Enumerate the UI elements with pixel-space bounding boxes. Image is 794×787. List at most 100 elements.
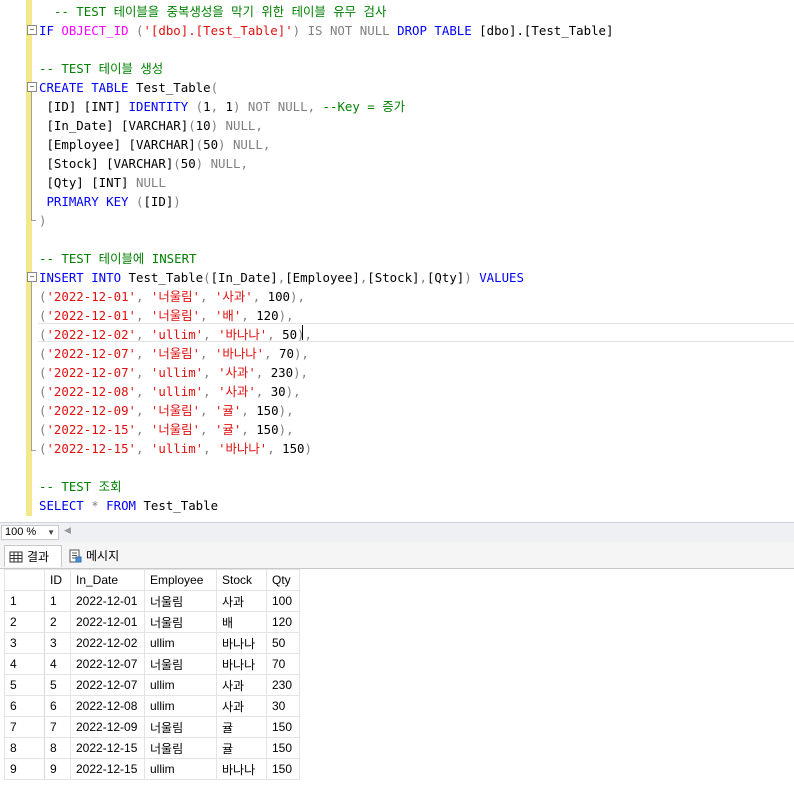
code-line[interactable]: [Employee] [VARCHAR](50) NULL, <box>39 135 613 154</box>
column-header-qty[interactable]: Qty <box>266 569 300 591</box>
column-header-in-date[interactable]: In_Date <box>70 569 145 591</box>
code-line[interactable]: ('2022-12-09', '너울림', '귤', 150), <box>39 401 613 420</box>
stock-cell[interactable]: 배 <box>216 611 267 633</box>
row-number-cell[interactable]: 4 <box>4 653 45 675</box>
code-line[interactable]: [Qty] [INT] NULL <box>39 173 613 192</box>
qty-cell[interactable]: 150 <box>266 758 300 780</box>
code-line[interactable] <box>39 458 613 477</box>
employee-cell[interactable]: 너울림 <box>144 653 217 675</box>
code-line[interactable]: [Stock] [VARCHAR](50) NULL, <box>39 154 613 173</box>
code-line[interactable]: ('2022-12-15', 'ullim', '바나나', 150) <box>39 439 613 458</box>
employee-cell[interactable]: 너울림 <box>144 590 217 612</box>
code-line[interactable]: -- TEST 테이블에 INSERT <box>39 249 613 268</box>
code-line[interactable]: [In_Date] [VARCHAR](10) NULL, <box>39 116 613 135</box>
employee-cell[interactable]: 너울림 <box>144 737 217 759</box>
row-number-cell[interactable]: 9 <box>4 758 45 780</box>
id-cell[interactable]: 5 <box>44 674 71 696</box>
stock-cell[interactable]: 바나나 <box>216 758 267 780</box>
results-grid[interactable]: ID In_Date Employee Stock Qty 1 1 2022-12-… <box>4 569 300 780</box>
stock-cell[interactable]: 귤 <box>216 737 267 759</box>
id-cell[interactable]: 9 <box>44 758 71 780</box>
scroll-left-arrow-icon[interactable]: ◀ <box>64 526 71 536</box>
qty-cell[interactable]: 120 <box>266 611 300 633</box>
code-line[interactable]: -- TEST 조회 <box>39 477 613 496</box>
table-row[interactable]: 5 5 2022-12-07 ullim 사과 230 <box>4 674 300 696</box>
table-row[interactable]: 1 1 2022-12-01 너울림 사과 100 <box>4 590 300 612</box>
table-row[interactable]: 7 7 2022-12-09 너울림 귤 150 <box>4 716 300 738</box>
in-date-cell[interactable]: 2022-12-02 <box>70 632 145 654</box>
fold-toggle-icon[interactable]: − <box>27 25 37 35</box>
tab-results[interactable]: 결과 <box>4 545 62 567</box>
table-row[interactable]: 9 9 2022-12-15 ullim 바나나 150 <box>4 758 300 780</box>
qty-cell[interactable]: 50 <box>266 632 300 654</box>
row-number-cell[interactable]: 8 <box>4 737 45 759</box>
id-cell[interactable]: 3 <box>44 632 71 654</box>
code-line[interactable]: ('2022-12-15', '너울림', '귤', 150), <box>39 420 613 439</box>
sql-code[interactable]: -- TEST 테이블을 중복생성을 막기 위한 테이블 유무 검사 IF OBJ… <box>39 2 613 515</box>
in-date-cell[interactable]: 2022-12-15 <box>70 758 145 780</box>
column-header-stock[interactable]: Stock <box>216 569 267 591</box>
in-date-cell[interactable]: 2022-12-07 <box>70 674 145 696</box>
table-row[interactable]: 2 2 2022-12-01 너울림 배 120 <box>4 611 300 633</box>
column-header-employee[interactable]: Employee <box>144 569 217 591</box>
stock-cell[interactable]: 사과 <box>216 695 267 717</box>
fold-toggle-icon[interactable]: − <box>27 272 37 282</box>
code-line[interactable]: -- TEST 테이블 생성 <box>39 59 613 78</box>
stock-cell[interactable]: 사과 <box>216 590 267 612</box>
employee-cell[interactable]: 너울림 <box>144 716 217 738</box>
stock-cell[interactable]: 귤 <box>216 716 267 738</box>
stock-cell[interactable]: 사과 <box>216 674 267 696</box>
in-date-cell[interactable]: 2022-12-01 <box>70 611 145 633</box>
query-editor[interactable]: − − − -- TEST 테이블을 중복생성을 막기 위한 테이블 유무 검사… <box>0 0 794 522</box>
code-line[interactable]: PRIMARY KEY ([ID]) <box>39 192 613 211</box>
stock-cell[interactable]: 바나나 <box>216 653 267 675</box>
code-line[interactable]: INSERT INTO Test_Table([In_Date], [Employ… <box>39 268 613 287</box>
code-line[interactable] <box>39 40 613 59</box>
in-date-cell[interactable]: 2022-12-15 <box>70 737 145 759</box>
employee-cell[interactable]: ullim <box>144 695 217 717</box>
qty-cell[interactable]: 230 <box>266 674 300 696</box>
in-date-cell[interactable]: 2022-12-09 <box>70 716 145 738</box>
column-header-id[interactable]: ID <box>44 569 71 591</box>
stock-cell[interactable]: 바나나 <box>216 632 267 654</box>
qty-cell[interactable]: 70 <box>266 653 300 675</box>
row-number-cell[interactable]: 5 <box>4 674 45 696</box>
id-cell[interactable]: 2 <box>44 611 71 633</box>
code-line[interactable]: ('2022-12-08', 'ullim', '사과', 30), <box>39 382 613 401</box>
row-number-cell[interactable]: 2 <box>4 611 45 633</box>
employee-cell[interactable]: 너울림 <box>144 611 217 633</box>
id-cell[interactable]: 7 <box>44 716 71 738</box>
in-date-cell[interactable]: 2022-12-07 <box>70 653 145 675</box>
qty-cell[interactable]: 100 <box>266 590 300 612</box>
qty-cell[interactable]: 150 <box>266 737 300 759</box>
id-cell[interactable]: 8 <box>44 737 71 759</box>
employee-cell[interactable]: ullim <box>144 632 217 654</box>
table-row[interactable]: 4 4 2022-12-07 너울림 바나나 70 <box>4 653 300 675</box>
id-cell[interactable]: 6 <box>44 695 71 717</box>
code-line[interactable]: IF OBJECT_ID ('[dbo].[Test_Table]') IS N… <box>39 21 613 40</box>
id-cell[interactable]: 1 <box>44 590 71 612</box>
row-number-cell[interactable]: 6 <box>4 695 45 717</box>
code-line[interactable]: ('2022-12-02', 'ullim', '바나나', 50), <box>39 325 613 344</box>
row-number-header[interactable] <box>4 569 45 591</box>
code-line[interactable]: CREATE TABLE Test_Table( <box>39 78 613 97</box>
qty-cell[interactable]: 150 <box>266 716 300 738</box>
employee-cell[interactable]: ullim <box>144 758 217 780</box>
table-row[interactable]: 3 3 2022-12-02 ullim 바나나 50 <box>4 632 300 654</box>
code-line[interactable]: SELECT * FROM Test_Table <box>39 496 613 515</box>
in-date-cell[interactable]: 2022-12-08 <box>70 695 145 717</box>
row-number-cell[interactable]: 3 <box>4 632 45 654</box>
employee-cell[interactable]: ullim <box>144 674 217 696</box>
code-line[interactable]: [ID] [INT] IDENTITY (1, 1) NOT NULL, --K… <box>39 97 613 116</box>
code-line[interactable]: ('2022-12-07', 'ullim', '사과', 230), <box>39 363 613 382</box>
code-line[interactable]: ('2022-12-01', '너울림', '배', 120), <box>39 306 613 325</box>
code-line[interactable]: ) <box>39 211 613 230</box>
table-row[interactable]: 6 6 2022-12-08 ullim 사과 30 <box>4 695 300 717</box>
fold-toggle-icon[interactable]: − <box>27 82 37 92</box>
qty-cell[interactable]: 30 <box>266 695 300 717</box>
table-row[interactable]: 8 8 2022-12-15 너울림 귤 150 <box>4 737 300 759</box>
code-line[interactable] <box>39 230 613 249</box>
code-line[interactable]: -- TEST 테이블을 중복생성을 막기 위한 테이블 유무 검사 <box>39 2 613 21</box>
zoom-dropdown[interactable]: 100 % ▼ <box>1 525 59 540</box>
code-line[interactable]: ('2022-12-01', '너울림', '사과', 100), <box>39 287 613 306</box>
